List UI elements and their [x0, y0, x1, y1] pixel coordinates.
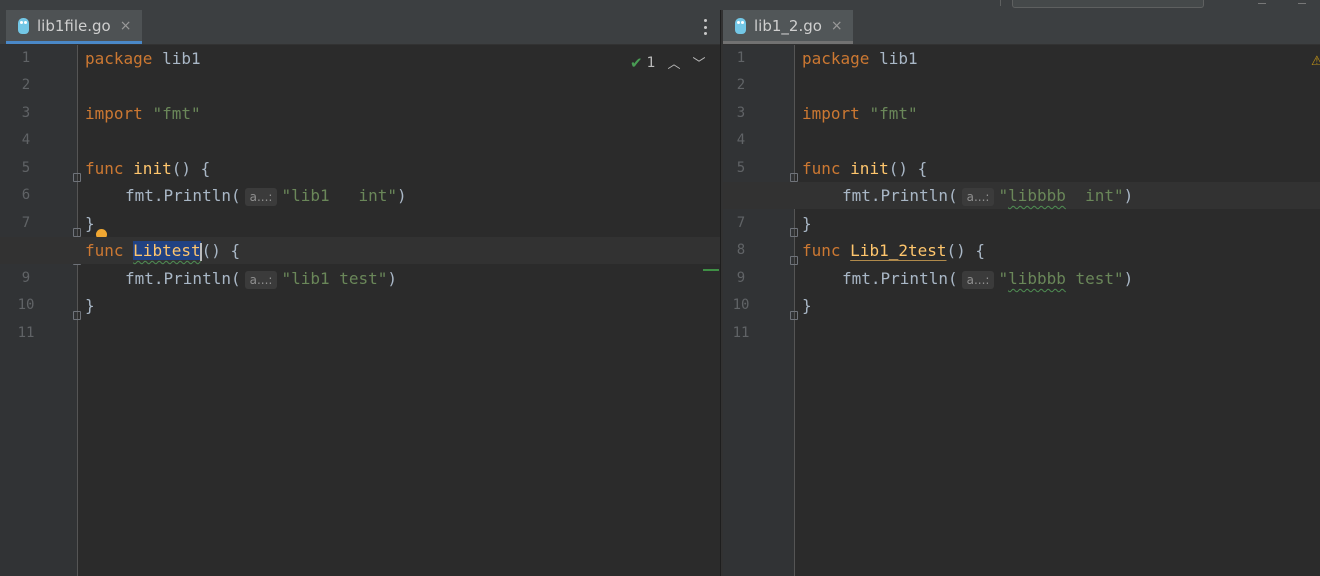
keyword: func: [802, 241, 841, 260]
string-literal: ": [998, 186, 1009, 205]
code-text: () {: [171, 159, 211, 178]
code-text: fmt.Println(: [842, 269, 958, 288]
code-line: }: [723, 210, 1320, 237]
check-icon: ✔: [630, 53, 643, 72]
code-text: fmt.Println(: [125, 269, 241, 288]
string-literal: ": [998, 269, 1009, 288]
code-line: }: [0, 210, 720, 237]
keyword: func: [802, 159, 841, 178]
code-line: import "fmt": [723, 100, 1320, 127]
string-literal: "lib1 int": [281, 186, 398, 205]
typo-word: libbbb: [1008, 269, 1066, 288]
right-editor-pane: lib1_2.go × 1 2 3 4 5 6 7 8 9 10 11 pack…: [723, 10, 1320, 576]
closing-brace: }: [85, 214, 95, 233]
parameter-hint: a...:: [961, 187, 995, 206]
tab-label: lib1file.go: [37, 16, 111, 35]
more-options-icon[interactable]: [704, 19, 708, 35]
function-name[interactable]: Lib1_2test: [850, 241, 946, 260]
closing-brace: }: [802, 296, 812, 315]
code-text: () {: [946, 241, 986, 260]
toolbar-separator: [1000, 0, 1001, 6]
inspection-widget[interactable]: ✔ 1 ︿ ﹀: [630, 53, 706, 73]
search-everywhere-field[interactable]: [1012, 0, 1204, 8]
keyword: package: [85, 49, 153, 68]
tab-lib1file-go[interactable]: lib1file.go ×: [6, 10, 142, 44]
top-toolbar-strip: [0, 0, 1320, 10]
parameter-hint: a...:: [961, 270, 995, 289]
parameter-hint: a...:: [244, 270, 278, 289]
left-editor-pane: lib1file.go × 1 2 3 4 5 6 7 8 9 10 11 pa…: [0, 10, 720, 576]
code-text: ): [1123, 186, 1134, 205]
code-line: import "fmt": [0, 100, 720, 127]
code-text: ): [397, 186, 407, 205]
code-line: }: [723, 292, 1320, 319]
code-line: func Lib1_2test() {: [723, 237, 1320, 264]
toolbar-button[interactable]: [1258, 0, 1266, 4]
code-text: fmt.Println(: [842, 186, 958, 205]
string-literal: "fmt": [869, 104, 918, 123]
string-literal: int": [1065, 186, 1124, 205]
code-line: fmt.Println(a...: "lib1 test"): [0, 265, 720, 292]
code-line: func init() {: [723, 155, 1320, 182]
code-text: ): [1123, 269, 1134, 288]
editor-tab-bar: lib1file.go ×: [0, 10, 720, 45]
parameter-hint: a...:: [244, 187, 278, 206]
code-text: fmt.Println(: [125, 186, 241, 205]
code-line: package lib1: [723, 45, 1320, 72]
go-gopher-icon: [735, 17, 746, 34]
string-literal: "fmt": [152, 104, 201, 123]
code-text: lib1: [152, 49, 201, 68]
code-text: lib1: [869, 49, 918, 68]
warning-icon[interactable]: ⚠: [1311, 54, 1320, 69]
function-name: init: [850, 159, 889, 178]
typo-word: libbbb: [1008, 186, 1066, 205]
code-line: fmt.Println(a...: "lib1 int"): [0, 182, 720, 209]
code-editor[interactable]: 1 2 3 4 5 6 7 8 9 10 11 package lib1 imp…: [723, 45, 1320, 576]
tab-lib1-2-go[interactable]: lib1_2.go ×: [723, 10, 853, 44]
code-text: () {: [888, 159, 928, 178]
string-literal: test": [1065, 269, 1124, 288]
code-line: }: [0, 292, 720, 319]
closing-brace: }: [802, 214, 812, 233]
inspection-count: 1: [646, 54, 656, 71]
string-literal: "lib1 test": [281, 269, 388, 288]
go-gopher-icon: [18, 17, 29, 34]
code-text: ): [387, 269, 398, 288]
keyword: import: [85, 104, 143, 123]
tab-label: lib1_2.go: [754, 16, 822, 35]
chevron-down-icon[interactable]: ﹀: [693, 53, 706, 72]
code-line: func init() {: [0, 155, 720, 182]
toolbar-button[interactable]: [1298, 0, 1306, 4]
code-line: package lib1: [0, 45, 720, 72]
code-line-current: func Libtest() {: [0, 237, 720, 264]
close-icon[interactable]: ×: [831, 18, 843, 34]
close-icon[interactable]: ×: [120, 18, 132, 34]
keyword: func: [85, 159, 124, 178]
code-editor[interactable]: 1 2 3 4 5 6 7 8 9 10 11 package lib1 imp…: [0, 45, 720, 576]
code-text: () {: [201, 241, 241, 260]
keyword: func: [85, 241, 124, 260]
editor-tab-bar: lib1_2.go ×: [723, 10, 1320, 45]
function-name-selected[interactable]: Libtest: [133, 241, 201, 260]
chevron-up-icon[interactable]: ︿: [668, 53, 681, 72]
code-line-current: fmt.Println(a...: "libbbb int"): [723, 182, 1320, 209]
code-line: fmt.Println(a...: "libbbb test"): [723, 265, 1320, 292]
keyword: package: [802, 49, 870, 68]
closing-brace: }: [85, 296, 95, 315]
change-marker: [703, 269, 719, 271]
keyword: import: [802, 104, 860, 123]
function-name: init: [133, 159, 172, 178]
